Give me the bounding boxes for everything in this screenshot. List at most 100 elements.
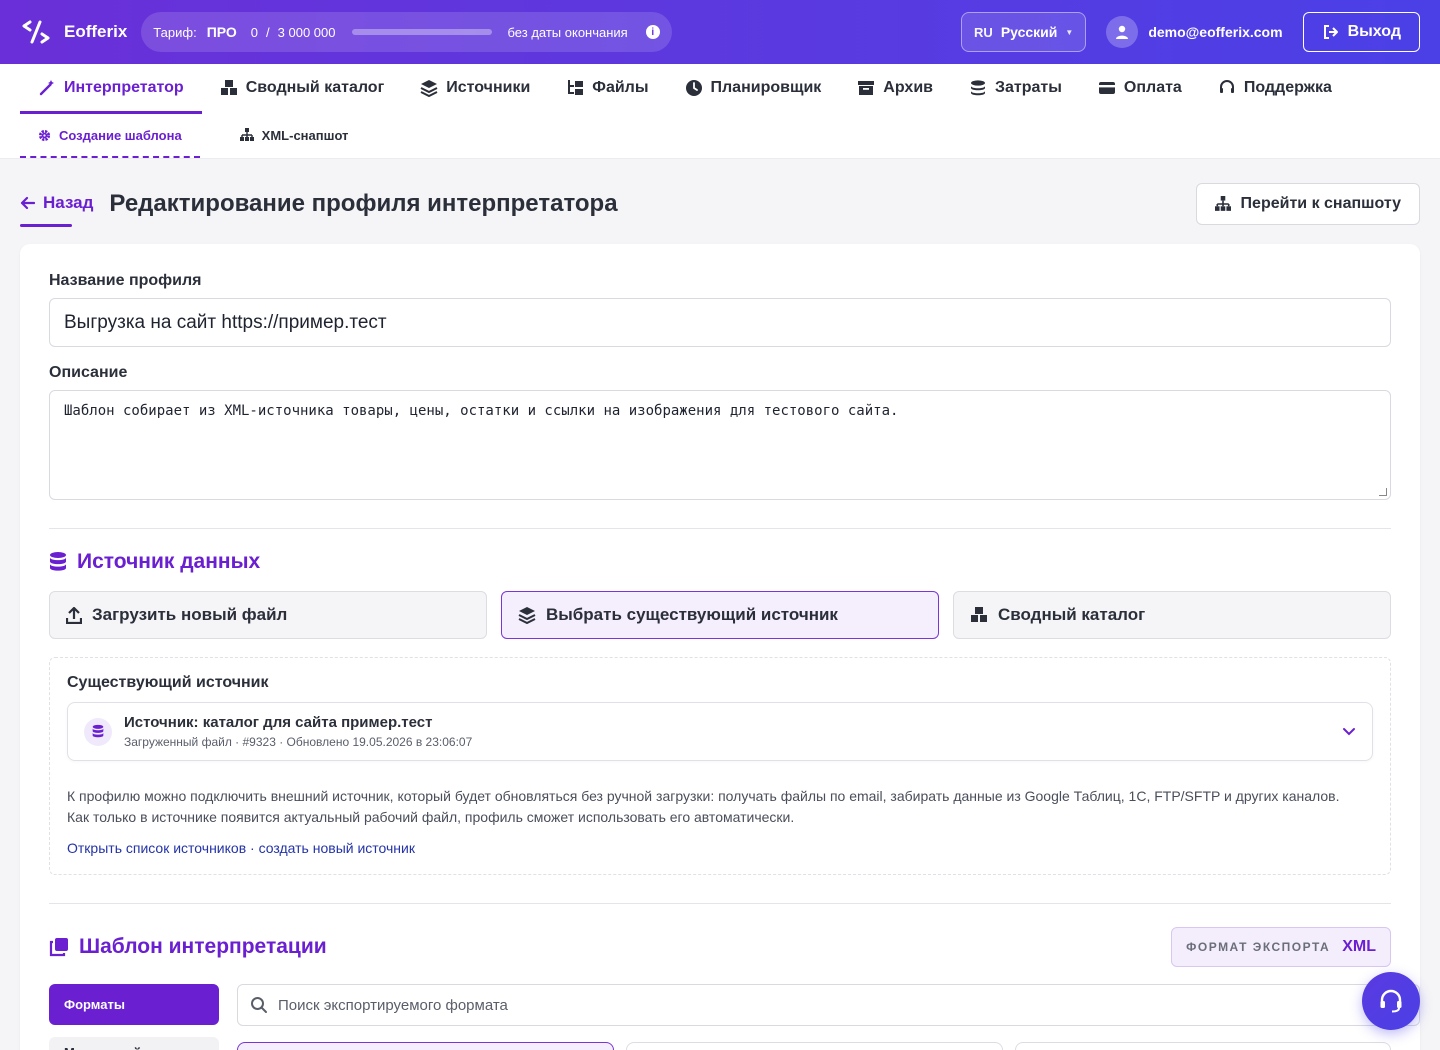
description-textarea[interactable]: Шаблон собирает из XML-источника товары,… [49, 390, 1391, 500]
tab-label: XML-снапшот [261, 127, 349, 143]
selected-source-meta: Загруженный файл · #9323 · Обновлено 19.… [124, 735, 473, 749]
language-name: Русский [1000, 24, 1058, 40]
divider [49, 903, 1391, 904]
format-tile[interactable] [237, 1042, 614, 1050]
database-icon [84, 717, 112, 746]
headset-icon [1380, 989, 1402, 1013]
plan-expiry: без даты окончания [507, 24, 628, 40]
nav-label: Источники [446, 78, 531, 96]
logout-label: Выход [1347, 23, 1401, 40]
sitemap-icon [239, 128, 254, 141]
plan-usage-value: 0 [250, 24, 259, 40]
tab-label: Создание шаблона [59, 127, 182, 143]
nav-item-sources[interactable]: Источники [402, 64, 548, 114]
gear-icon [38, 129, 51, 141]
support-chat-button[interactable] [1362, 972, 1420, 1030]
nav-item-costs[interactable]: Затраты [951, 64, 1080, 114]
magic-wand-icon [39, 79, 54, 95]
nav-label: Затраты [994, 78, 1062, 96]
back-label: Назад [43, 193, 94, 212]
plan-limit: 3 000 000 [277, 24, 336, 40]
logout-icon [1323, 25, 1338, 39]
sidebar-item-formats[interactable]: Форматы [49, 984, 219, 1025]
nav-item-scheduler[interactable]: Планировщик [667, 64, 840, 114]
format-search-input[interactable]: Поиск экспортируемого формата [237, 984, 1420, 1026]
source-help-text: К профилю можно подключить внешний источ… [67, 788, 1340, 825]
folder-tree-icon [568, 79, 584, 95]
top-bar: Eofferix Тариф: ПРО 0 / 3 000 000 без да… [0, 0, 1440, 64]
nav-item-support[interactable]: Поддержка [1200, 64, 1350, 114]
page-title: Редактирование профиля интерпретатора [109, 190, 618, 217]
nav-label: Интерпретатор [64, 78, 184, 96]
copy-icon [49, 938, 68, 957]
resize-handle-icon[interactable] [1379, 488, 1387, 496]
data-source-heading: Источник данных [49, 550, 260, 574]
format-tile[interactable] [1015, 1042, 1391, 1050]
upload-new-file-button[interactable]: Загрузить новый файл [49, 591, 487, 639]
boxes-icon [220, 79, 237, 95]
brand[interactable]: Eofferix [20, 16, 127, 48]
nav-item-payment[interactable]: Оплата [1080, 64, 1200, 114]
user-avatar-icon [1106, 16, 1139, 48]
credit-card-icon [1098, 81, 1115, 94]
existing-source-select[interactable]: Источник: каталог для сайта пример.тест … [67, 702, 1373, 761]
archive-icon [858, 80, 875, 95]
tab-xml-snapshot[interactable]: XML-снапшот [222, 114, 367, 158]
brand-logo-icon [22, 20, 50, 44]
create-new-source-link[interactable]: создать новый источник [259, 840, 415, 856]
language-selector[interactable]: RU Русский ▼ [961, 12, 1087, 52]
user-email: demo@eofferix.com [1148, 24, 1283, 40]
nav-label: Оплата [1123, 78, 1182, 96]
template-title: Шаблон интерпретации [79, 935, 327, 958]
sitemap-icon [1214, 196, 1231, 211]
brand-name: Eofferix [64, 22, 128, 41]
info-icon[interactable]: i [645, 25, 660, 39]
tab-create-template[interactable]: Создание шаблона [20, 114, 200, 158]
go-to-snapshot-button[interactable]: Перейти к снапшоту [1195, 183, 1420, 225]
option-label: Выбрать существующий источник [546, 605, 838, 624]
existing-source-label: Существующий источник [67, 674, 269, 691]
nav-item-archive[interactable]: Архив [839, 64, 951, 114]
description-text: Шаблон собирает из XML-источника товары,… [64, 403, 899, 419]
plan-label: Тариф: [153, 24, 197, 40]
plan-separator: / [266, 24, 270, 40]
option-label: Загрузить новый файл [92, 605, 288, 624]
back-link[interactable]: Назад [20, 193, 94, 227]
database-icon [50, 552, 66, 571]
boxes-icon [971, 607, 987, 622]
existing-source-panel: Существующий источник Источник: каталог … [49, 657, 1391, 875]
plan-progress-bar [351, 29, 492, 35]
open-sources-list-link[interactable]: Открыть список источников [67, 840, 246, 856]
data-source-title: Источник данных [77, 550, 261, 573]
option-label: Сводный каталог [998, 605, 1146, 624]
logout-button[interactable]: Выход [1302, 12, 1420, 52]
nav-label: Поддержка [1243, 78, 1332, 96]
source-links: Открыть список источников · создать новы… [67, 840, 415, 856]
select-existing-source-button[interactable]: Выбрать существующий источник [501, 591, 939, 639]
headset-icon [1219, 79, 1234, 93]
nav-item-files[interactable]: Файлы [548, 64, 666, 114]
clock-icon [685, 79, 702, 96]
link-separator: · [246, 840, 259, 856]
main-nav: Интерпретатор Сводный каталог Источники … [0, 64, 1440, 114]
profile-name-label: Название профиля [49, 272, 202, 289]
snapshot-button-label: Перейти к снапшоту [1240, 195, 1401, 212]
layers-icon [420, 79, 438, 97]
upload-icon [66, 606, 82, 624]
user-menu[interactable]: demo@eofferix.com [1106, 16, 1283, 48]
profile-name-input[interactable]: Выгрузка на сайт https://пример.тест [49, 298, 1391, 347]
coins-icon [970, 79, 985, 95]
language-code: RU [974, 24, 993, 40]
sidebar-item-marketplaces[interactable]: Маркетплейсы [49, 1037, 219, 1050]
summary-catalog-button[interactable]: Сводный каталог [953, 591, 1391, 639]
format-tile[interactable] [626, 1042, 1003, 1050]
page-header: Назад Редактирование профиля интерпретат… [20, 183, 1420, 227]
search-placeholder: Поиск экспортируемого формата [278, 996, 508, 1014]
arrow-left-icon [20, 196, 35, 210]
description-label: Описание [49, 364, 128, 381]
nav-item-catalog[interactable]: Сводный каталог [202, 64, 403, 114]
layers-icon [518, 607, 536, 624]
nav-item-interpreter[interactable]: Интерпретатор [20, 64, 202, 114]
sub-nav: Создание шаблона XML-снапшот [0, 114, 1440, 159]
caret-down-icon: ▼ [1065, 27, 1074, 37]
